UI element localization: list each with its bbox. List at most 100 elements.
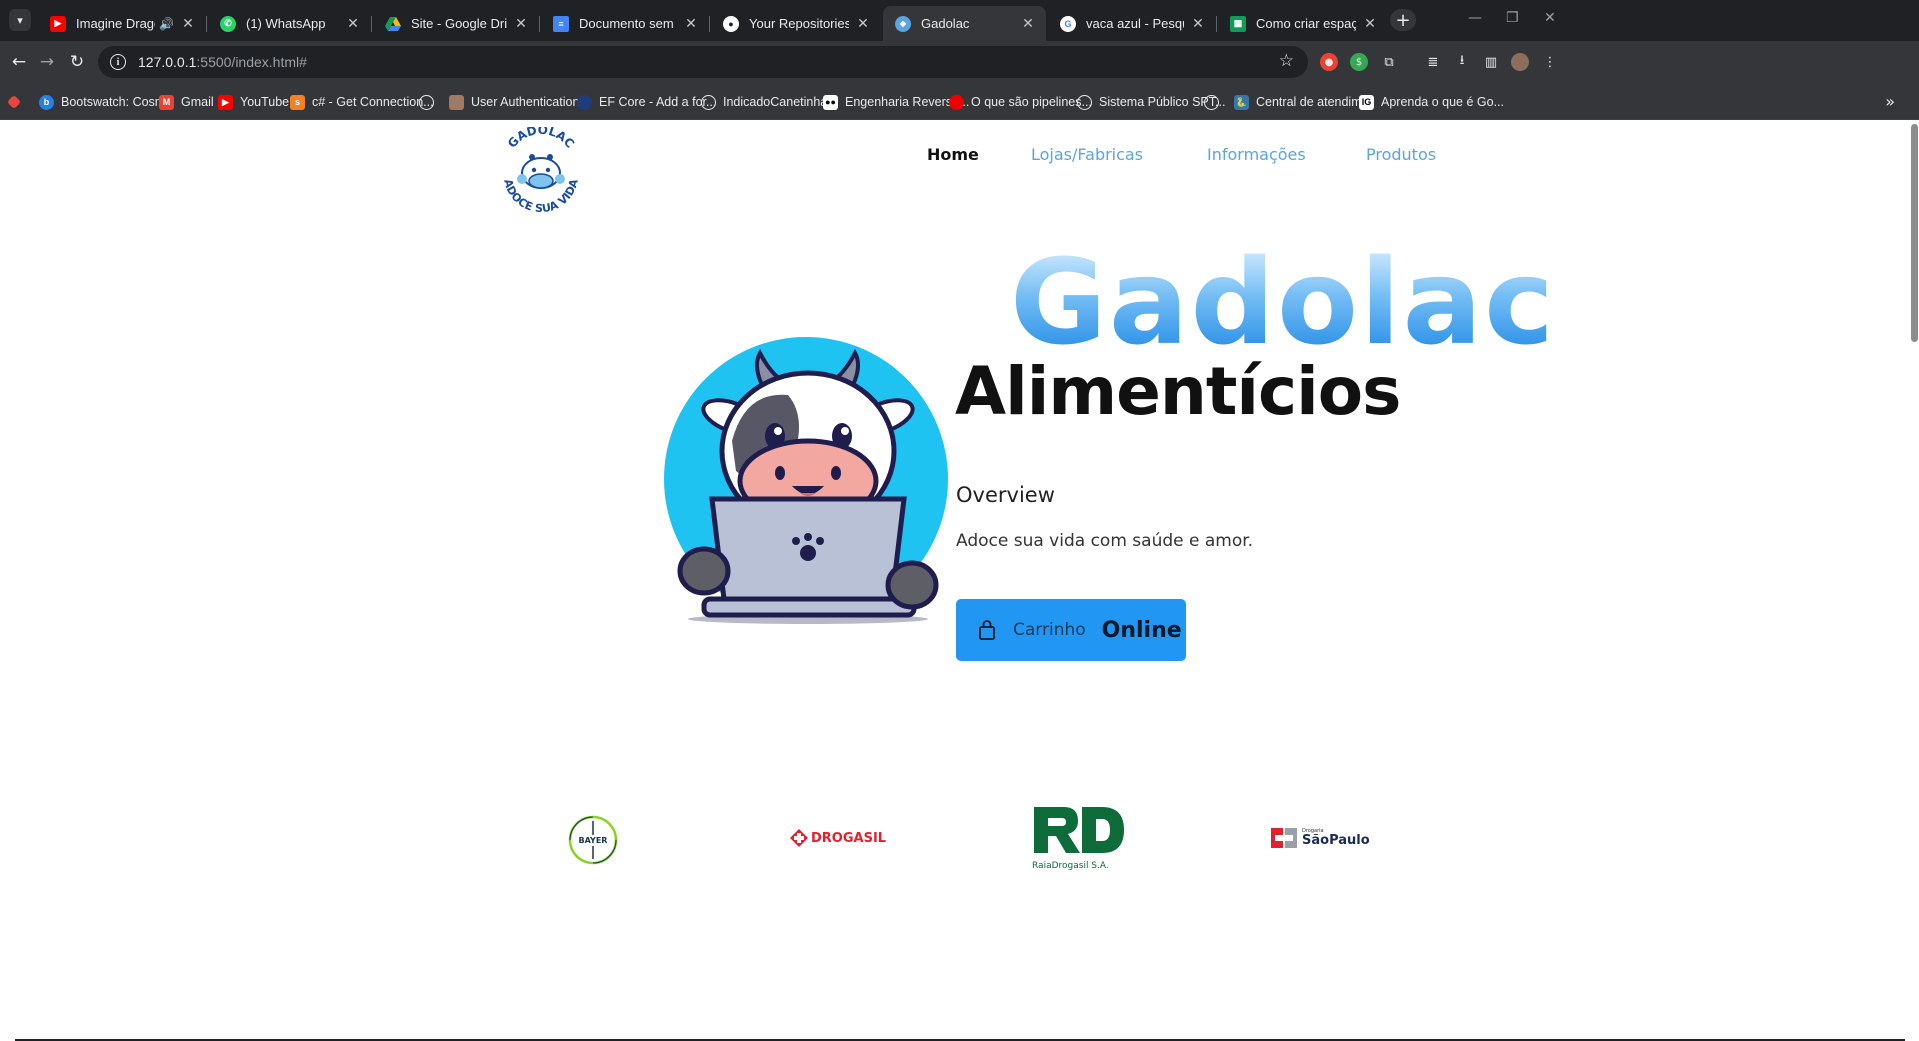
media-control-icon[interactable]: ≣ [1424, 53, 1442, 71]
close-icon[interactable]: ✕ [180, 15, 196, 32]
partner-bayer-logo[interactable]: BAYER [568, 815, 618, 865]
stackoverflow-icon: s [290, 94, 305, 110]
lg-icon: lG [1359, 94, 1374, 110]
scrollbar-thumb[interactable] [1911, 124, 1918, 342]
extensions-puzzle-icon[interactable]: ⧉ [1380, 53, 1398, 71]
cart-label: Carrinho [1013, 620, 1086, 640]
medium-icon: ●● [823, 94, 838, 110]
extension-red-icon[interactable]: ● [1320, 53, 1338, 71]
restore-icon[interactable]: ❐ [1506, 10, 1519, 26]
svg-text:BAYER: BAYER [579, 836, 608, 845]
bookmark-ef-core[interactable]: EF Core - Add a for... [577, 92, 716, 112]
google-icon: G [1060, 15, 1076, 32]
python-icon: 🐍 [1234, 94, 1249, 110]
sheets-icon: ▦ [1230, 15, 1246, 32]
tab-google-search[interactable]: G vaca azul - Pesquisa Goo ✕ [1048, 6, 1217, 41]
gmail-icon: M [159, 94, 174, 110]
cart-emphasis: Online [1101, 617, 1182, 643]
close-icon[interactable]: ✕ [1020, 15, 1036, 32]
globe-icon [1077, 94, 1092, 110]
tab-gadolac[interactable]: ◆ Gadolac ✕ [883, 6, 1046, 41]
tab-sheets[interactable]: ▦ Como criar espaço antes ✕ [1218, 6, 1388, 41]
svg-text:GADOLAC: GADOLAC [505, 127, 577, 151]
drogaria-saopaulo-icon [1271, 828, 1297, 848]
site-info-icon[interactable]: i [110, 54, 126, 70]
google-drive-icon [385, 16, 401, 32]
drogasil-cross-icon [790, 829, 808, 847]
close-window-icon[interactable]: ✕ [1544, 10, 1556, 26]
partner-drogaria-saopaulo-logo[interactable]: Drogaria SãoPaulo [1271, 828, 1370, 848]
bookmark-stackoverflow[interactable]: s c# - Get Connection... [290, 92, 434, 112]
more-bookmarks-icon[interactable]: » [1885, 92, 1895, 111]
bookmark-indicado[interactable]: IndicadoCanetinha... [701, 92, 838, 112]
nav-home[interactable]: Home [927, 145, 979, 164]
bookmark-star-icon[interactable]: ☆ [1279, 51, 1294, 71]
whatsapp-icon: ✆ [220, 15, 236, 32]
partner-raiadrogasil-logo[interactable]: RaiaDrogasil S.A. [1032, 805, 1128, 871]
new-tab-button[interactable]: + [1390, 9, 1416, 31]
tab-whatsapp[interactable]: ✆ (1) WhatsApp ✕ [208, 6, 372, 41]
tab-google-docs[interactable]: ≡ Documento sem título - D ✕ [541, 6, 710, 41]
bookmarks-bar: b Bootswatch: Cosmo M Gmail ▶ YouTube s c# -… [0, 83, 1919, 120]
close-icon[interactable]: ✕ [345, 15, 361, 32]
overview-heading: Overview [956, 483, 1055, 507]
minimize-icon[interactable]: — [1468, 10, 1482, 26]
tagline: Adoce sua vida com saúde e amor. [956, 531, 1254, 551]
reload-icon[interactable]: ↻ [66, 51, 88, 73]
tab-github[interactable]: ● Your Repositories ✕ [711, 6, 881, 41]
bookmark-pipelines[interactable]: O que são pipelines... [949, 92, 1092, 112]
close-icon[interactable]: ✕ [1190, 15, 1206, 32]
cart-online-button[interactable]: Carrinho Online [956, 599, 1186, 661]
bookmark-globe-2[interactable] [1204, 92, 1226, 112]
close-icon[interactable]: ✕ [1362, 15, 1378, 32]
close-icon[interactable]: ✕ [855, 15, 871, 32]
shopping-bag-icon [979, 620, 995, 640]
extension-green-icon[interactable]: $ [1350, 53, 1368, 71]
browser-toolbar: ← → ↻ i 127.0.0.1:5500/index.html# ☆ ● $… [0, 41, 1919, 83]
bookmark-central[interactable]: 🐍 Central de atendim... [1234, 92, 1372, 112]
gadolac-favicon: ◆ [895, 15, 911, 32]
close-icon[interactable]: ✕ [683, 15, 699, 32]
cow-laptop-illustration [664, 337, 948, 624]
youtube-icon: ▶ [218, 94, 233, 110]
partner-drogasil-logo[interactable]: DROGASIL [790, 829, 886, 847]
youtube-icon: ▶ [50, 15, 66, 32]
close-icon[interactable]: ✕ [513, 15, 529, 32]
github-icon: ● [723, 15, 739, 32]
bookmark-gmail[interactable]: M Gmail [159, 92, 214, 112]
bookmark-engenharia[interactable]: ●● Engenharia Reversa... [823, 92, 969, 112]
address-bar[interactable]: i 127.0.0.1:5500/index.html# ☆ [98, 46, 1308, 78]
page-content: GADOLAC ADOCE SUA VIDA Home Lojas/Fabric… [0, 121, 1919, 1041]
tab-search-button[interactable]: ▾ [9, 9, 31, 31]
download-icon[interactable]: ⭳ [1453, 53, 1471, 71]
bookmark-aprenda[interactable]: lG Aprenda o que é Go... [1359, 92, 1504, 112]
nav-stores[interactable]: Lojas/Fabricas [1031, 145, 1143, 164]
tab-youtube[interactable]: ▶ Imagine Dragons - W 🔊 ✕ [38, 6, 207, 41]
bookmark-globe-1[interactable] [419, 92, 441, 112]
hero-subtitle: Alimentícios [955, 353, 1401, 430]
globe-icon [1204, 94, 1219, 110]
apps-icon[interactable] [6, 92, 22, 112]
globe-icon [419, 94, 434, 110]
globe-icon [701, 94, 716, 110]
side-panel-icon[interactable]: ▥ [1482, 53, 1500, 71]
tab-google-drive[interactable]: Site - Google Drive ✕ [373, 6, 540, 41]
bookmark-user-auth[interactable]: User Authentication... [449, 92, 590, 112]
bookmark-youtube[interactable]: ▶ YouTube [218, 92, 289, 112]
avatar-icon [449, 94, 464, 110]
redhat-icon [949, 94, 964, 110]
speaker-icon[interactable]: 🔊 [159, 17, 174, 31]
nav-info[interactable]: Informações [1207, 145, 1306, 164]
forward-icon[interactable]: → [36, 51, 58, 73]
gadolac-logo[interactable]: GADOLAC ADOCE SUA VIDA [496, 127, 586, 217]
menu-kebab-icon[interactable]: ⋮ [1541, 53, 1559, 71]
google-docs-icon: ≡ [553, 15, 569, 32]
url-text[interactable]: 127.0.0.1:5500/index.html# [138, 54, 307, 70]
tab-strip: ▾ ▶ Imagine Dragons - W 🔊 ✕ ✆ (1) WhatsA… [0, 0, 1919, 41]
profile-avatar[interactable] [1511, 53, 1529, 71]
back-icon[interactable]: ← [8, 51, 30, 73]
rd-monogram [1034, 807, 1124, 853]
nav-products[interactable]: Produtos [1366, 145, 1436, 164]
bookmark-bootswatch[interactable]: b Bootswatch: Cosmo [39, 92, 172, 112]
bootswatch-icon: b [39, 94, 54, 110]
